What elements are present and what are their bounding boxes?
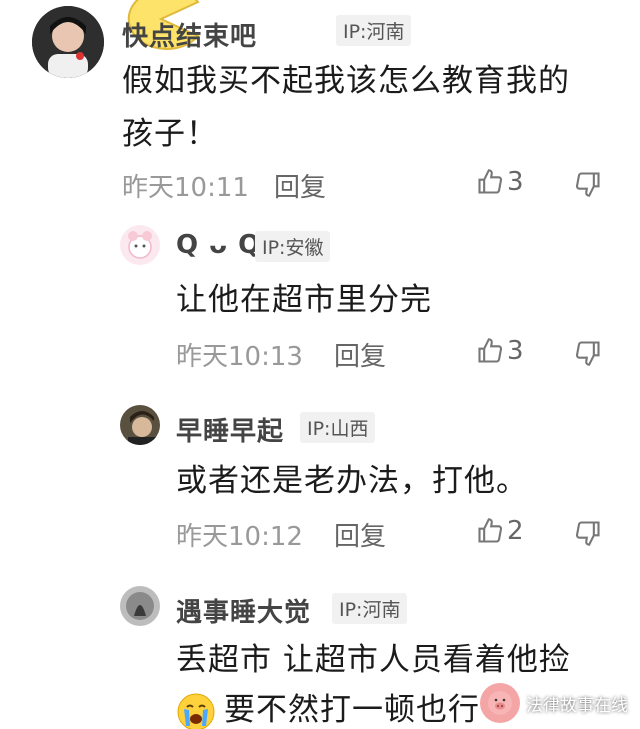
- thumbs-down-icon[interactable]: [574, 339, 602, 367]
- thumbs-down-icon[interactable]: [574, 519, 602, 547]
- crying-face-icon: [177, 693, 215, 729]
- pig-logo-icon: [480, 683, 520, 723]
- timestamp: 昨天10:12: [176, 522, 303, 552]
- comment-text-line-1: 丢超市 让超市人员看着他捡: [176, 642, 571, 678]
- like-count: 3: [507, 167, 524, 197]
- username[interactable]: 遇事睡大觉: [176, 592, 311, 629]
- comment-text-line-2: 孩子！: [122, 116, 218, 152]
- watermark: 法律故事在线: [480, 683, 628, 723]
- like-count: 3: [507, 336, 524, 366]
- thumbs-up-icon: [478, 169, 503, 194]
- avatar[interactable]: [32, 6, 104, 78]
- ip-location-badge: IP:山西: [300, 412, 376, 443]
- ip-location-badge: IP:河南: [336, 15, 412, 46]
- timestamp: 昨天10:13: [176, 342, 303, 372]
- ip-location-badge: IP:河南: [332, 593, 408, 624]
- username[interactable]: Q ᴗ Q: [176, 230, 261, 260]
- comment-text-line-2: 要不然打一顿也行: [176, 684, 480, 729]
- ip-location-badge: IP:安徽: [255, 231, 331, 262]
- thumbs-down-icon[interactable]: [574, 170, 602, 198]
- like-button[interactable]: 2: [476, 516, 524, 546]
- comment-text-line-1: 假如我买不起我该怎么教育我的: [122, 63, 570, 99]
- like-button[interactable]: 3: [476, 167, 524, 197]
- avatar[interactable]: [120, 405, 160, 445]
- watermark-text: 法律故事在线: [526, 695, 628, 716]
- thumbs-up-icon: [478, 518, 503, 543]
- comment-text: 或者还是老办法，打他。: [176, 463, 528, 499]
- thumbs-up-icon: [478, 338, 503, 363]
- comment-text: 让他在超市里分完: [176, 282, 432, 318]
- like-button[interactable]: 3: [476, 336, 524, 366]
- username[interactable]: 早睡早起: [176, 411, 284, 448]
- reply-button[interactable]: 回复: [334, 336, 386, 373]
- reply-button[interactable]: 回复: [334, 516, 386, 553]
- reply-button[interactable]: 回复: [274, 167, 326, 204]
- timestamp: 昨天10:11: [122, 173, 249, 203]
- username[interactable]: 快点结束吧: [122, 16, 257, 53]
- avatar[interactable]: [120, 225, 160, 265]
- like-count: 2: [507, 516, 524, 546]
- avatar[interactable]: [120, 586, 160, 626]
- comment-text: 要不然打一顿也行: [224, 692, 480, 728]
